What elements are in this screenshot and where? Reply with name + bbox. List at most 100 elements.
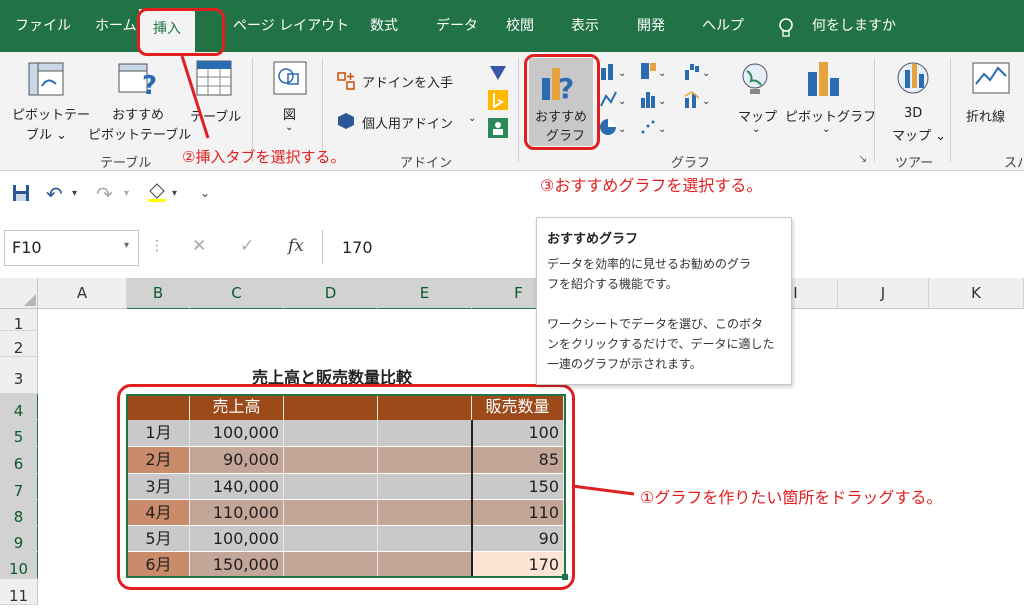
column-header-B[interactable]: B <box>127 278 190 310</box>
chevron-down-icon[interactable]: ⌄ <box>752 124 760 135</box>
bing-maps-icon[interactable] <box>488 90 508 114</box>
column-header-D[interactable]: D <box>284 278 378 310</box>
more-options-icon: ⋮ <box>150 238 164 254</box>
chevron-down-icon[interactable]: ⌄ <box>468 113 476 124</box>
my-addins-label[interactable]: 個人用アドイン <box>362 113 453 132</box>
customize-qat-icon[interactable]: ⌄ <box>200 186 210 200</box>
tab-view[interactable]: 表示 <box>571 14 599 38</box>
tab-page-layout[interactable]: ページ レイアウト <box>233 14 349 38</box>
cancel-icon[interactable]: ✕ <box>192 236 206 256</box>
formula-value[interactable]: 170 <box>342 238 373 257</box>
row-header-5[interactable]: 5 <box>0 420 39 447</box>
svg-text:⌄: ⌄ <box>702 68 710 79</box>
row-header-9[interactable]: 9 <box>0 526 39 552</box>
ribbon-separator <box>518 58 519 162</box>
column-header-J[interactable]: J <box>838 278 929 309</box>
map-chart-label[interactable]: マップ <box>738 106 777 125</box>
row-header-1[interactable]: 1 <box>0 309 38 333</box>
waterfall-chart-icon[interactable]: ⌄ <box>684 62 714 84</box>
redo-icon[interactable]: ↷ <box>96 182 113 206</box>
3d-map-icon[interactable] <box>895 60 931 102</box>
annotation-circle-insert-tab <box>137 8 225 56</box>
name-box-dropdown-icon[interactable]: ▾ <box>124 240 129 251</box>
column-header-K[interactable]: K <box>929 278 1024 309</box>
sparkline-line-icon[interactable] <box>972 62 1010 98</box>
svg-text:⌄: ⌄ <box>658 124 666 135</box>
row-header-7[interactable]: 7 <box>0 474 39 500</box>
combo-chart-icon[interactable]: ⌄ <box>684 90 714 112</box>
recommended-pivot-icon[interactable]: ? <box>118 60 160 104</box>
row-header-11[interactable]: 11 <box>0 579 38 605</box>
fill-color-icon[interactable] <box>146 182 168 206</box>
tab-file[interactable]: ファイル <box>15 14 71 38</box>
annotation-arrow-2 <box>180 55 210 139</box>
row-header-2[interactable]: 2 <box>0 331 38 357</box>
pivot-chart-icon[interactable] <box>806 60 842 102</box>
statistic-chart-icon[interactable]: ⌄ <box>640 90 670 112</box>
chevron-down-icon[interactable]: ⌄ <box>285 122 293 133</box>
3d-map-label-2[interactable]: マップ ⌄ <box>892 125 946 144</box>
line-chart-icon[interactable]: ⌄ <box>600 90 630 112</box>
annotation-step2: ②挿入タブを選択する。 <box>182 148 346 166</box>
tooltip-body: データを効率的に見せるお勧めのグラ フを紹介する機能です。 ワークシートでデータを選… <box>547 254 787 374</box>
redo-dropdown-icon[interactable]: ▾ <box>124 188 129 199</box>
get-addins-label[interactable]: アドインを入手 <box>362 72 453 91</box>
annotation-circle-data-range <box>117 384 575 590</box>
my-addins-icon[interactable] <box>337 112 355 134</box>
scatter-chart-icon[interactable]: ⌄ <box>640 118 670 140</box>
pivot-table-label-2[interactable]: ブル ⌄ <box>26 124 67 143</box>
visio-icon[interactable] <box>488 64 508 86</box>
svg-text:⌄: ⌄ <box>702 96 710 107</box>
dialog-launcher-icon[interactable]: ↘ <box>858 152 867 165</box>
pivot-table-label-1[interactable]: ピボットテー <box>12 104 90 123</box>
tooltip-line: フを紹介する機能です。 <box>547 277 678 291</box>
pivot-chart-label[interactable]: ピボットグラフ <box>785 106 876 125</box>
globe-icon[interactable] <box>740 62 770 100</box>
tab-developer[interactable]: 開発 <box>637 14 665 38</box>
annotation-step1: ①グラフを作りたい箇所をドラッグする。 <box>640 488 943 507</box>
name-box-value[interactable]: F10 <box>12 238 42 257</box>
pivot-table-icon[interactable] <box>28 62 64 100</box>
pie-chart-icon[interactable]: ⌄ <box>600 118 630 140</box>
recommended-pivot-label-1[interactable]: おすすめ <box>112 104 164 123</box>
save-icon[interactable] <box>12 184 30 206</box>
column-header-A[interactable]: A <box>38 278 127 309</box>
fill-dropdown-icon[interactable]: ▾ <box>172 188 177 199</box>
annotation-arrow-1 <box>571 484 635 496</box>
people-graph-icon[interactable] <box>488 118 508 142</box>
undo-icon[interactable]: ↶ <box>46 182 63 206</box>
get-addins-icon[interactable] <box>337 72 355 94</box>
ribbon-separator <box>874 58 875 162</box>
tab-data[interactable]: データ <box>436 14 478 38</box>
sparkline-line-label[interactable]: 折れ線 <box>966 106 1005 125</box>
column-header-C[interactable]: C <box>190 278 284 310</box>
tab-help[interactable]: ヘルプ <box>702 14 744 38</box>
tooltip-title: おすすめグラフ <box>547 232 639 247</box>
hierarchy-chart-icon[interactable]: ⌄ <box>640 62 670 84</box>
column-chart-icon[interactable]: ⌄ <box>600 62 630 84</box>
tooltip-line: 一連のグラフが示されます。 <box>547 357 702 371</box>
tooltip-line <box>547 294 787 314</box>
group-label-tours: ツアー <box>895 156 934 171</box>
group-label-tables: テーブル <box>100 156 152 171</box>
3d-map-label-1[interactable]: 3D <box>904 106 922 121</box>
tab-formulas[interactable]: 数式 <box>370 14 398 38</box>
ribbon-separator <box>950 58 951 162</box>
row-header-10[interactable]: 10 <box>0 552 39 579</box>
row-header-8[interactable]: 8 <box>0 500 39 526</box>
row-header-3[interactable]: 3 <box>0 357 38 394</box>
tell-me-search[interactable]: 何をしますか <box>812 14 896 38</box>
illustrations-icon[interactable] <box>272 60 308 100</box>
chevron-down-icon[interactable]: ⌄ <box>822 124 830 135</box>
undo-dropdown-icon[interactable]: ▾ <box>72 188 77 199</box>
enter-check-icon[interactable]: ✓ <box>240 236 254 256</box>
row-header-6[interactable]: 6 <box>0 447 39 474</box>
row-header-4[interactable]: 4 <box>0 394 39 420</box>
annotation-circle-recommended-chart <box>524 54 600 150</box>
insert-function-icon[interactable]: fx <box>288 236 304 256</box>
illustrations-label[interactable]: 図 <box>283 104 296 123</box>
tab-review[interactable]: 校閲 <box>506 14 534 38</box>
group-label-sparklines: スパ <box>1004 156 1024 171</box>
tab-home[interactable]: ホーム <box>95 14 137 38</box>
column-header-E[interactable]: E <box>378 278 472 310</box>
